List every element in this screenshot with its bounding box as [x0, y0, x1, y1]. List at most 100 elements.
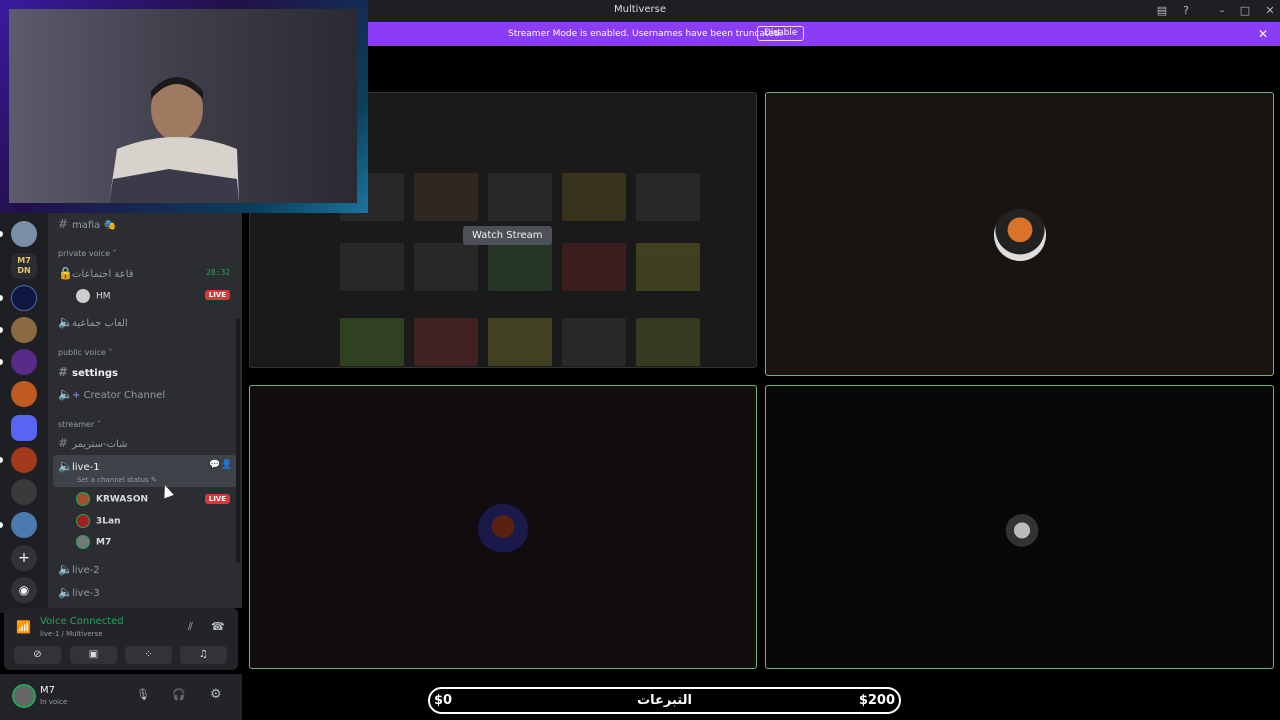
headphones-icon[interactable]: 🎧 [172, 688, 186, 701]
channel-settings[interactable]: # settings [58, 365, 118, 379]
streamer-figure [109, 77, 239, 203]
avatar [76, 289, 90, 303]
banner-text: Streamer Mode is enabled. Usernames have… [508, 29, 783, 39]
hash-icon: # [58, 365, 69, 379]
voice-user-3lan[interactable]: 3Lan [76, 514, 120, 528]
server-icon[interactable] [11, 221, 37, 247]
channel-meeting-room[interactable]: 🔒قاعة اجتماعات [58, 266, 134, 280]
channel-group-play[interactable]: 🔈العاب جماعية [58, 315, 128, 329]
unread-indicator [0, 295, 3, 301]
disable-streamer-mode-button[interactable]: Disable [757, 26, 805, 41]
server-icon[interactable] [11, 512, 37, 538]
unread-indicator [0, 522, 3, 528]
channel-live-1[interactable]: 🔈live-1 [58, 459, 100, 473]
speaker-icon: 🔈 [58, 315, 73, 329]
plus-icon: + [72, 390, 84, 401]
speaker-icon: 🔈 [58, 387, 73, 401]
channel-mafia[interactable]: # mafia 🎭 [58, 217, 116, 231]
server-icon[interactable] [11, 317, 37, 343]
category-streamer[interactable]: streamer ˅ [58, 420, 101, 429]
channel-status[interactable]: Set a channel status ✎ [77, 476, 157, 484]
channel-streamer-chat[interactable]: # شات-ستريمر [58, 436, 127, 450]
channel-creator[interactable]: 🔈+ Creator Channel [58, 387, 165, 401]
live-badge: LIVE [204, 290, 230, 300]
category-private-voice[interactable]: private voice ˅ [58, 249, 117, 258]
server-icon[interactable] [11, 479, 37, 505]
activities-icon: ⁘ [144, 649, 153, 660]
speaker-icon: 🔈 [58, 459, 73, 473]
unread-indicator [0, 327, 3, 333]
activities-button[interactable]: ⁘ [125, 646, 172, 664]
channel-live-3[interactable]: 🔈live-3 [58, 585, 100, 599]
avatar [76, 535, 90, 549]
disconnect-icon[interactable]: ☎ [211, 620, 225, 633]
screen-share-icon: ▣ [88, 649, 99, 660]
unread-indicator [0, 457, 3, 463]
add-server-icon[interactable]: + [11, 545, 37, 571]
call-timer: 28:32 [206, 268, 231, 277]
user-status: In voice [40, 698, 68, 706]
server-icon[interactable] [11, 447, 37, 473]
channel-list: # mafia 🎭 private voice ˅ 🔒قاعة اجتماعات … [48, 213, 242, 608]
voice-channel-path: live-1 / Multiverse [40, 630, 103, 638]
streamer-mode-banner: Streamer Mode is enabled. Usernames have… [368, 22, 1280, 46]
unread-indicator [0, 359, 3, 365]
stream-tile-user[interactable] [249, 385, 757, 669]
avatar [998, 504, 1046, 552]
server-icon[interactable] [11, 381, 37, 407]
inbox-icon[interactable]: ▤ [1155, 4, 1169, 18]
soundboard-button[interactable]: ♫ [180, 646, 227, 664]
stream-tile-user[interactable] [765, 385, 1274, 669]
donation-label: التبرعات [637, 693, 692, 708]
avatar[interactable] [12, 684, 36, 708]
close-banner-icon[interactable]: ✕ [1258, 27, 1268, 41]
server-icon[interactable] [11, 285, 37, 311]
invite-icon[interactable]: 👤 [221, 460, 232, 470]
webcam-feed [9, 9, 357, 203]
voice-panel: 📶 Voice Connected live-1 / Multiverse ⫽ … [4, 608, 238, 670]
gear-icon[interactable]: ⚙ [210, 687, 222, 702]
avatar [76, 492, 90, 506]
voice-status: Voice Connected [40, 616, 124, 627]
avatar [994, 209, 1046, 261]
category-public-voice[interactable]: public voice ˅ [58, 348, 112, 357]
voice-user-m7[interactable]: M7 [76, 535, 111, 549]
donation-goal: $200 [858, 693, 895, 708]
close-window-icon[interactable]: ✕ [1263, 4, 1277, 18]
watch-stream-button[interactable]: Watch Stream [463, 226, 552, 245]
speaker-icon: 🔈 [58, 585, 73, 599]
lock-icon: 🔒 [58, 266, 73, 280]
server-icon[interactable] [11, 349, 37, 375]
stream-preview [340, 133, 710, 366]
camera-off-icon: ⊘ [33, 649, 42, 660]
speaker-icon: 🔈 [58, 562, 73, 576]
live-badge: LIVE [204, 494, 230, 504]
noise-suppression-icon[interactable]: ⫽ [188, 620, 193, 634]
soundboard-icon: ♫ [199, 649, 208, 660]
avatar [76, 514, 90, 528]
server-list: M7 DN + ◉ [0, 213, 48, 613]
stream-tile-user[interactable] [765, 92, 1274, 376]
voice-user-hm[interactable]: HM [76, 289, 111, 303]
signal-icon[interactable]: 📶 [16, 620, 31, 634]
chat-icon[interactable]: 💬 [209, 460, 220, 470]
hash-icon: # [58, 436, 69, 450]
folder-icon[interactable] [11, 415, 37, 441]
voice-user-krwason[interactable]: KRWASON [76, 492, 148, 506]
maximize-icon[interactable]: □ [1238, 4, 1252, 18]
screen-share-button[interactable]: ▣ [70, 646, 117, 664]
donation-goal-bar: $0 التبرعات $200 [428, 687, 901, 714]
microphone-icon[interactable]: 🎙 [136, 688, 150, 701]
server-icon-m7dn[interactable]: M7 DN [11, 253, 37, 279]
user-name: M7 [40, 685, 55, 696]
minimize-icon[interactable]: – [1215, 4, 1229, 18]
user-panel: M7 In voice 🎙 🎧 ⚙ [0, 674, 242, 720]
avatar [478, 504, 528, 554]
unread-indicator [0, 231, 3, 237]
scrollbar[interactable] [236, 318, 240, 563]
discover-icon[interactable]: ◉ [11, 577, 37, 603]
camera-button[interactable]: ⊘ [14, 646, 61, 664]
webcam-overlay [0, 0, 368, 213]
channel-live-2[interactable]: 🔈live-2 [58, 562, 100, 576]
help-icon[interactable]: ? [1179, 4, 1193, 18]
